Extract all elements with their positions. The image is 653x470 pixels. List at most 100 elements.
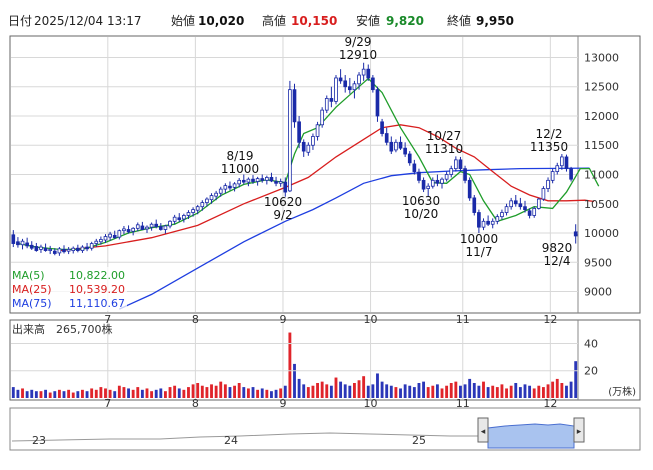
candle-down bbox=[412, 163, 417, 172]
candle-up bbox=[223, 185, 228, 190]
volume-bar bbox=[163, 391, 167, 398]
volume-bar bbox=[205, 387, 209, 398]
month-tick-label: 12 bbox=[543, 313, 557, 326]
annotation-value-4: 10630 bbox=[402, 194, 440, 208]
volume-bar bbox=[482, 381, 485, 398]
candle-up bbox=[311, 136, 315, 146]
candle-up bbox=[94, 240, 99, 244]
annotation-date-8: 12/4 bbox=[544, 254, 571, 268]
candle-down bbox=[380, 121, 384, 134]
candle-up bbox=[237, 179, 242, 185]
candle-up bbox=[357, 74, 361, 85]
navigator-label-24: 24 bbox=[224, 434, 238, 447]
volume-bar bbox=[44, 389, 48, 398]
volume-bar bbox=[505, 388, 508, 398]
volume-bar bbox=[191, 384, 195, 398]
candle-down bbox=[421, 179, 426, 190]
volume-bar bbox=[380, 381, 384, 398]
candle-up bbox=[509, 200, 513, 208]
candle-up bbox=[255, 178, 260, 182]
candle-down bbox=[269, 177, 274, 182]
candle-down bbox=[177, 217, 182, 220]
volume-bar bbox=[468, 378, 472, 398]
candle-down bbox=[154, 223, 159, 227]
ma75-value: 11,110.67 bbox=[69, 297, 125, 310]
volume-bar bbox=[297, 378, 301, 398]
candle-up bbox=[145, 226, 149, 230]
candle-up bbox=[57, 248, 62, 254]
candle-up bbox=[99, 239, 103, 243]
volume-bar bbox=[39, 391, 43, 398]
ma25-value: 10,539.20 bbox=[69, 283, 125, 296]
volume-title: 出来高 bbox=[12, 322, 45, 336]
volume-bar bbox=[288, 332, 292, 398]
volume-bar bbox=[256, 389, 260, 398]
candle-up bbox=[71, 247, 76, 251]
annotation-date-6: 11/7 bbox=[466, 245, 493, 259]
annotation-date-4: 10/20 bbox=[404, 207, 439, 221]
price-tick-label: 12000 bbox=[584, 110, 619, 123]
candle-up bbox=[168, 220, 172, 227]
candle-up bbox=[532, 208, 537, 216]
candle-down bbox=[366, 68, 371, 79]
candle-up bbox=[536, 198, 541, 209]
candle-down bbox=[472, 197, 477, 213]
candle-down bbox=[513, 200, 518, 205]
volume-bar bbox=[574, 361, 578, 398]
volume-bar bbox=[168, 387, 172, 398]
candle-up bbox=[430, 179, 435, 187]
volume-bar bbox=[131, 389, 135, 398]
volume-bar bbox=[127, 388, 130, 398]
price-tick-label: 9000 bbox=[584, 286, 612, 299]
volume-bar bbox=[25, 391, 29, 398]
volume-unit: (万株) bbox=[608, 385, 636, 398]
candle-up bbox=[20, 240, 25, 246]
volume-bar bbox=[136, 387, 140, 398]
volume-bar bbox=[537, 385, 541, 398]
candle-down bbox=[274, 181, 278, 184]
volume-bar bbox=[233, 385, 237, 398]
candle-down bbox=[398, 141, 403, 149]
price-tick-label: 12500 bbox=[584, 81, 619, 94]
candle-down bbox=[85, 246, 89, 250]
candle-up bbox=[39, 246, 43, 250]
month-tick-label: 10 bbox=[364, 313, 378, 326]
volume-bar bbox=[21, 388, 24, 398]
candle-down bbox=[463, 168, 467, 181]
volume-bar bbox=[99, 387, 103, 398]
volume-bar bbox=[81, 389, 84, 398]
volume-bar bbox=[385, 384, 389, 398]
volume-bar bbox=[265, 389, 269, 398]
volume-bar bbox=[196, 383, 200, 398]
volume-bar bbox=[57, 389, 61, 398]
volume-bar bbox=[329, 385, 333, 398]
volume-bar bbox=[311, 385, 315, 398]
volume-bar bbox=[270, 391, 273, 398]
candle-up bbox=[288, 89, 292, 192]
volume-bar bbox=[223, 384, 227, 398]
volume-bar bbox=[357, 380, 361, 398]
ma-legend: MA(5) 10,822.00 MA(25) 10,539.20 MA(75) … bbox=[11, 267, 127, 311]
candle-up bbox=[149, 223, 154, 228]
candle-down bbox=[467, 179, 472, 199]
candle-up bbox=[117, 230, 122, 238]
candle-down bbox=[52, 250, 57, 254]
volume-bar bbox=[376, 373, 379, 398]
volume-bar bbox=[486, 387, 490, 398]
candle-down bbox=[343, 80, 348, 88]
price-tick-label: 10500 bbox=[584, 198, 619, 211]
volume-bar bbox=[408, 385, 412, 398]
volume-bar bbox=[477, 385, 481, 398]
volume-bar bbox=[509, 385, 513, 398]
navigator-label-23: 23 bbox=[32, 434, 46, 447]
candle-up bbox=[122, 228, 126, 232]
candle-down bbox=[564, 156, 569, 170]
volume-bar bbox=[523, 384, 527, 398]
volume-bar bbox=[76, 391, 80, 398]
left-handle-arrow-icon: ◂ bbox=[481, 427, 486, 437]
low-label: 安値 bbox=[356, 13, 380, 28]
volume-bar bbox=[48, 392, 52, 398]
open-label: 始値 bbox=[171, 13, 195, 28]
volume-bar bbox=[113, 391, 117, 398]
volume-bar bbox=[11, 387, 15, 398]
